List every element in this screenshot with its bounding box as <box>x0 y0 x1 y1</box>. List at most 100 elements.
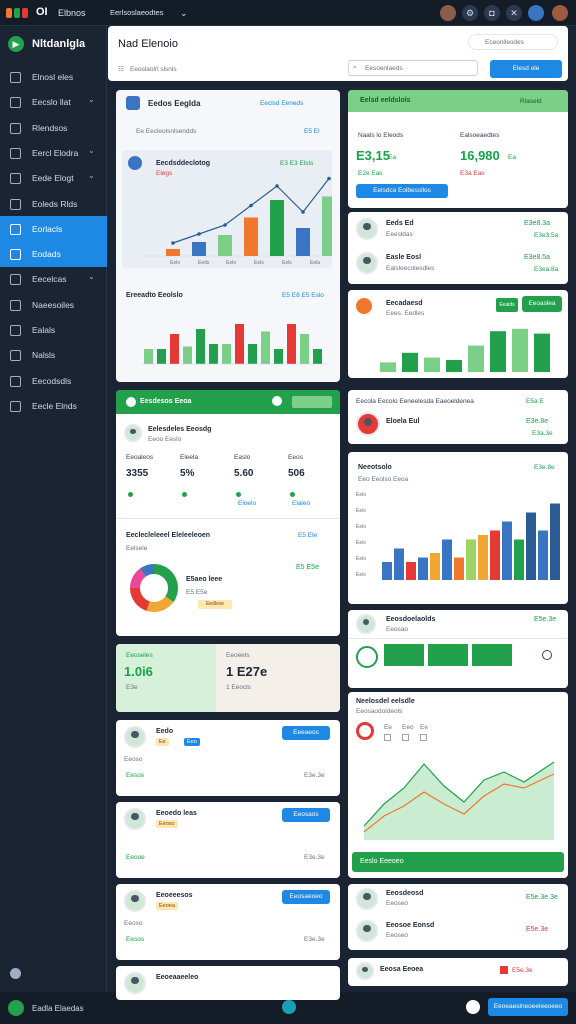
chart-bar <box>526 512 536 580</box>
chevron-down-icon[interactable]: ⌄ <box>180 8 188 19</box>
segment-3[interactable] <box>472 644 512 666</box>
kpi-dot-icon <box>182 492 187 497</box>
app-name[interactable]: Elbnos <box>58 8 86 18</box>
sidebar-item[interactable]: Eecelcas ⌄ <box>0 266 107 292</box>
segment-1[interactable] <box>384 644 424 666</box>
segment-icon[interactable] <box>356 646 378 668</box>
kpi-label: Easlo <box>234 454 251 461</box>
bottom-action-button[interactable]: Eeoeaeslneoeeleeoeeo <box>488 998 568 1016</box>
summary-header-circle-icon[interactable] <box>272 396 282 406</box>
chart-bar <box>170 334 179 364</box>
segment-info-icon[interactable] <box>542 650 552 660</box>
sidebar-item[interactable]: Eecle Elnds <box>0 393 107 419</box>
chart-bar <box>490 331 506 372</box>
account-avatar-icon[interactable] <box>552 5 568 21</box>
segment-2[interactable] <box>428 644 468 666</box>
person-sub: E3e3.5a <box>534 232 559 239</box>
chevron-down-icon[interactable]: ⌄ <box>88 171 95 180</box>
user-avatar-icon[interactable] <box>440 5 456 21</box>
chart-bar <box>402 352 418 372</box>
profile-icon[interactable] <box>528 5 544 21</box>
list-item[interactable]: Eeoeeesos Eeoea Eeosaeoeo Eeoso Eesos E3e.3e <box>116 884 340 960</box>
sidebar-item[interactable]: Naeesoiles <box>0 292 107 318</box>
sales-left-sub: E2e Eas <box>358 170 383 177</box>
chart-bar <box>442 539 452 580</box>
chart-bar <box>196 329 205 364</box>
sidebar-item[interactable]: Eoleds Rlds <box>0 191 107 217</box>
header-button[interactable]: Elesd ele <box>490 60 562 78</box>
sidebar-item[interactable]: Ealals <box>0 317 107 343</box>
chart-bar <box>550 503 560 580</box>
sidebar-item[interactable]: Rlendsos <box>0 115 107 141</box>
header-chip[interactable]: Eceonlleodes <box>468 34 558 50</box>
summary-header: Eesdesos Eeoa <box>116 390 340 414</box>
sidebar-item[interactable]: Eercl Elodra ⌄ <box>0 140 107 166</box>
person-name: Eeosoe Eonsd <box>386 922 435 929</box>
sidebar-item[interactable]: Eodads <box>0 241 107 268</box>
info-icon[interactable] <box>282 1000 296 1014</box>
sidebar-item[interactable]: Nalsls <box>0 342 107 368</box>
sidebar-item-label: Eoleds Rlds <box>32 198 78 209</box>
chevron-down-icon[interactable]: ⌄ <box>88 272 95 281</box>
chart-bar <box>466 539 476 580</box>
kpi-label: Eleela <box>180 454 199 461</box>
donut-chip: Eedlsoe <box>198 600 232 609</box>
card-a-link[interactable]: Eeclsd Eeneds <box>260 100 303 107</box>
summary-dropdown[interactable] <box>292 396 332 408</box>
workspace-select[interactable]: Eerlsoslaeodtes <box>110 8 163 17</box>
menu-icon[interactable]: ☷ <box>118 65 124 73</box>
chart-bar <box>424 357 440 372</box>
chart-bar <box>248 344 257 364</box>
sales-header-right[interactable]: Rlaseld <box>520 98 542 105</box>
sidebar-item[interactable]: Eecodsdls <box>0 368 107 394</box>
bottom-flag-icon <box>500 966 508 974</box>
list-action-button[interactable]: Eeosaos <box>282 808 330 822</box>
sidebar-item[interactable]: Eecslo llat ⌄ <box>0 89 107 115</box>
trend-button[interactable]: Eeslo Eeeoeo <box>352 852 564 872</box>
help-icon[interactable] <box>10 968 21 979</box>
legend-label: Ee <box>384 724 392 731</box>
location-icon[interactable] <box>466 1000 480 1014</box>
chart-bar <box>538 530 548 580</box>
search-icon: ⌕ <box>353 64 357 71</box>
chevron-down-icon[interactable]: ⌄ <box>88 146 95 155</box>
list-amount: E3e.3e <box>304 772 325 779</box>
chart-bar <box>183 346 192 364</box>
people-card-a: Eeds Ed Eeesldas E3e8.3a E3e3.5a Easle Eosl E… <box>348 212 568 284</box>
legend-swatch-icon <box>384 734 391 741</box>
kpi-dot-icon <box>128 492 133 497</box>
contacts-avatar <box>356 412 380 436</box>
settings-icon[interactable]: ⚙ <box>462 5 478 21</box>
person-role: Eeoseo <box>386 900 409 907</box>
chart-bar <box>322 196 332 256</box>
sidebar-item-icon <box>10 274 21 286</box>
sidebar-item[interactable]: Eede Elogt ⌄ <box>0 165 107 191</box>
list-item[interactable]: Eeoedo leas Eeoso Eeosaos Eeooe E3e.3e <box>116 802 340 878</box>
trend-button-label: Eeslo Eeeoeo <box>360 858 404 865</box>
stats-right-label: Eeoeels <box>226 652 250 659</box>
chart-bar <box>502 521 512 580</box>
sidebar-item-label: Eecodsdls <box>32 375 72 386</box>
revenue-bar-chart: Eelo Eels Eelo Eels Eelo Eels <box>356 492 560 580</box>
card-c-button[interactable]: Eeoaslea <box>522 296 562 312</box>
card-c-title: Eecadaesd <box>386 300 423 307</box>
trend-title: Neelosdel eelsdle <box>356 698 415 705</box>
person-amount: E3e8.3a <box>524 220 551 227</box>
list-item[interactable]: Eeoeaaeeleo <box>116 966 340 1000</box>
list-action-button[interactable]: Eeeaeos <box>282 726 330 740</box>
sidebar-item[interactable]: Elnosl eles <box>0 64 107 90</box>
search-input[interactable]: ⌕ Eesoenlaeds <box>348 60 478 76</box>
list-action-button[interactable]: Eeosaeoeo <box>282 890 330 904</box>
sales-card: Eelsd eeldslols Rlaseld Naals lo Eleods … <box>348 90 568 208</box>
sales-action-button[interactable]: Eelsdca Eolbessllos <box>356 184 448 198</box>
sidebar-item-label: Eecslo llat <box>32 97 71 108</box>
grid-icon[interactable]: ✕ <box>506 5 522 21</box>
camera-icon[interactable]: ◘ <box>484 5 500 21</box>
chart-bar <box>514 539 524 580</box>
sidebar-item[interactable]: Eorlacls <box>0 215 107 242</box>
sidebar-item-icon <box>10 97 21 109</box>
list-item[interactable]: Eedo Ee Eeo Eeeaeos Eeoso Eesos E3e.3e <box>116 720 340 796</box>
card-a-sub-right: E5 El <box>304 128 320 135</box>
chevron-down-icon[interactable]: ⌄ <box>88 95 95 104</box>
footer-label: Eadla Elaedas <box>32 1004 84 1013</box>
